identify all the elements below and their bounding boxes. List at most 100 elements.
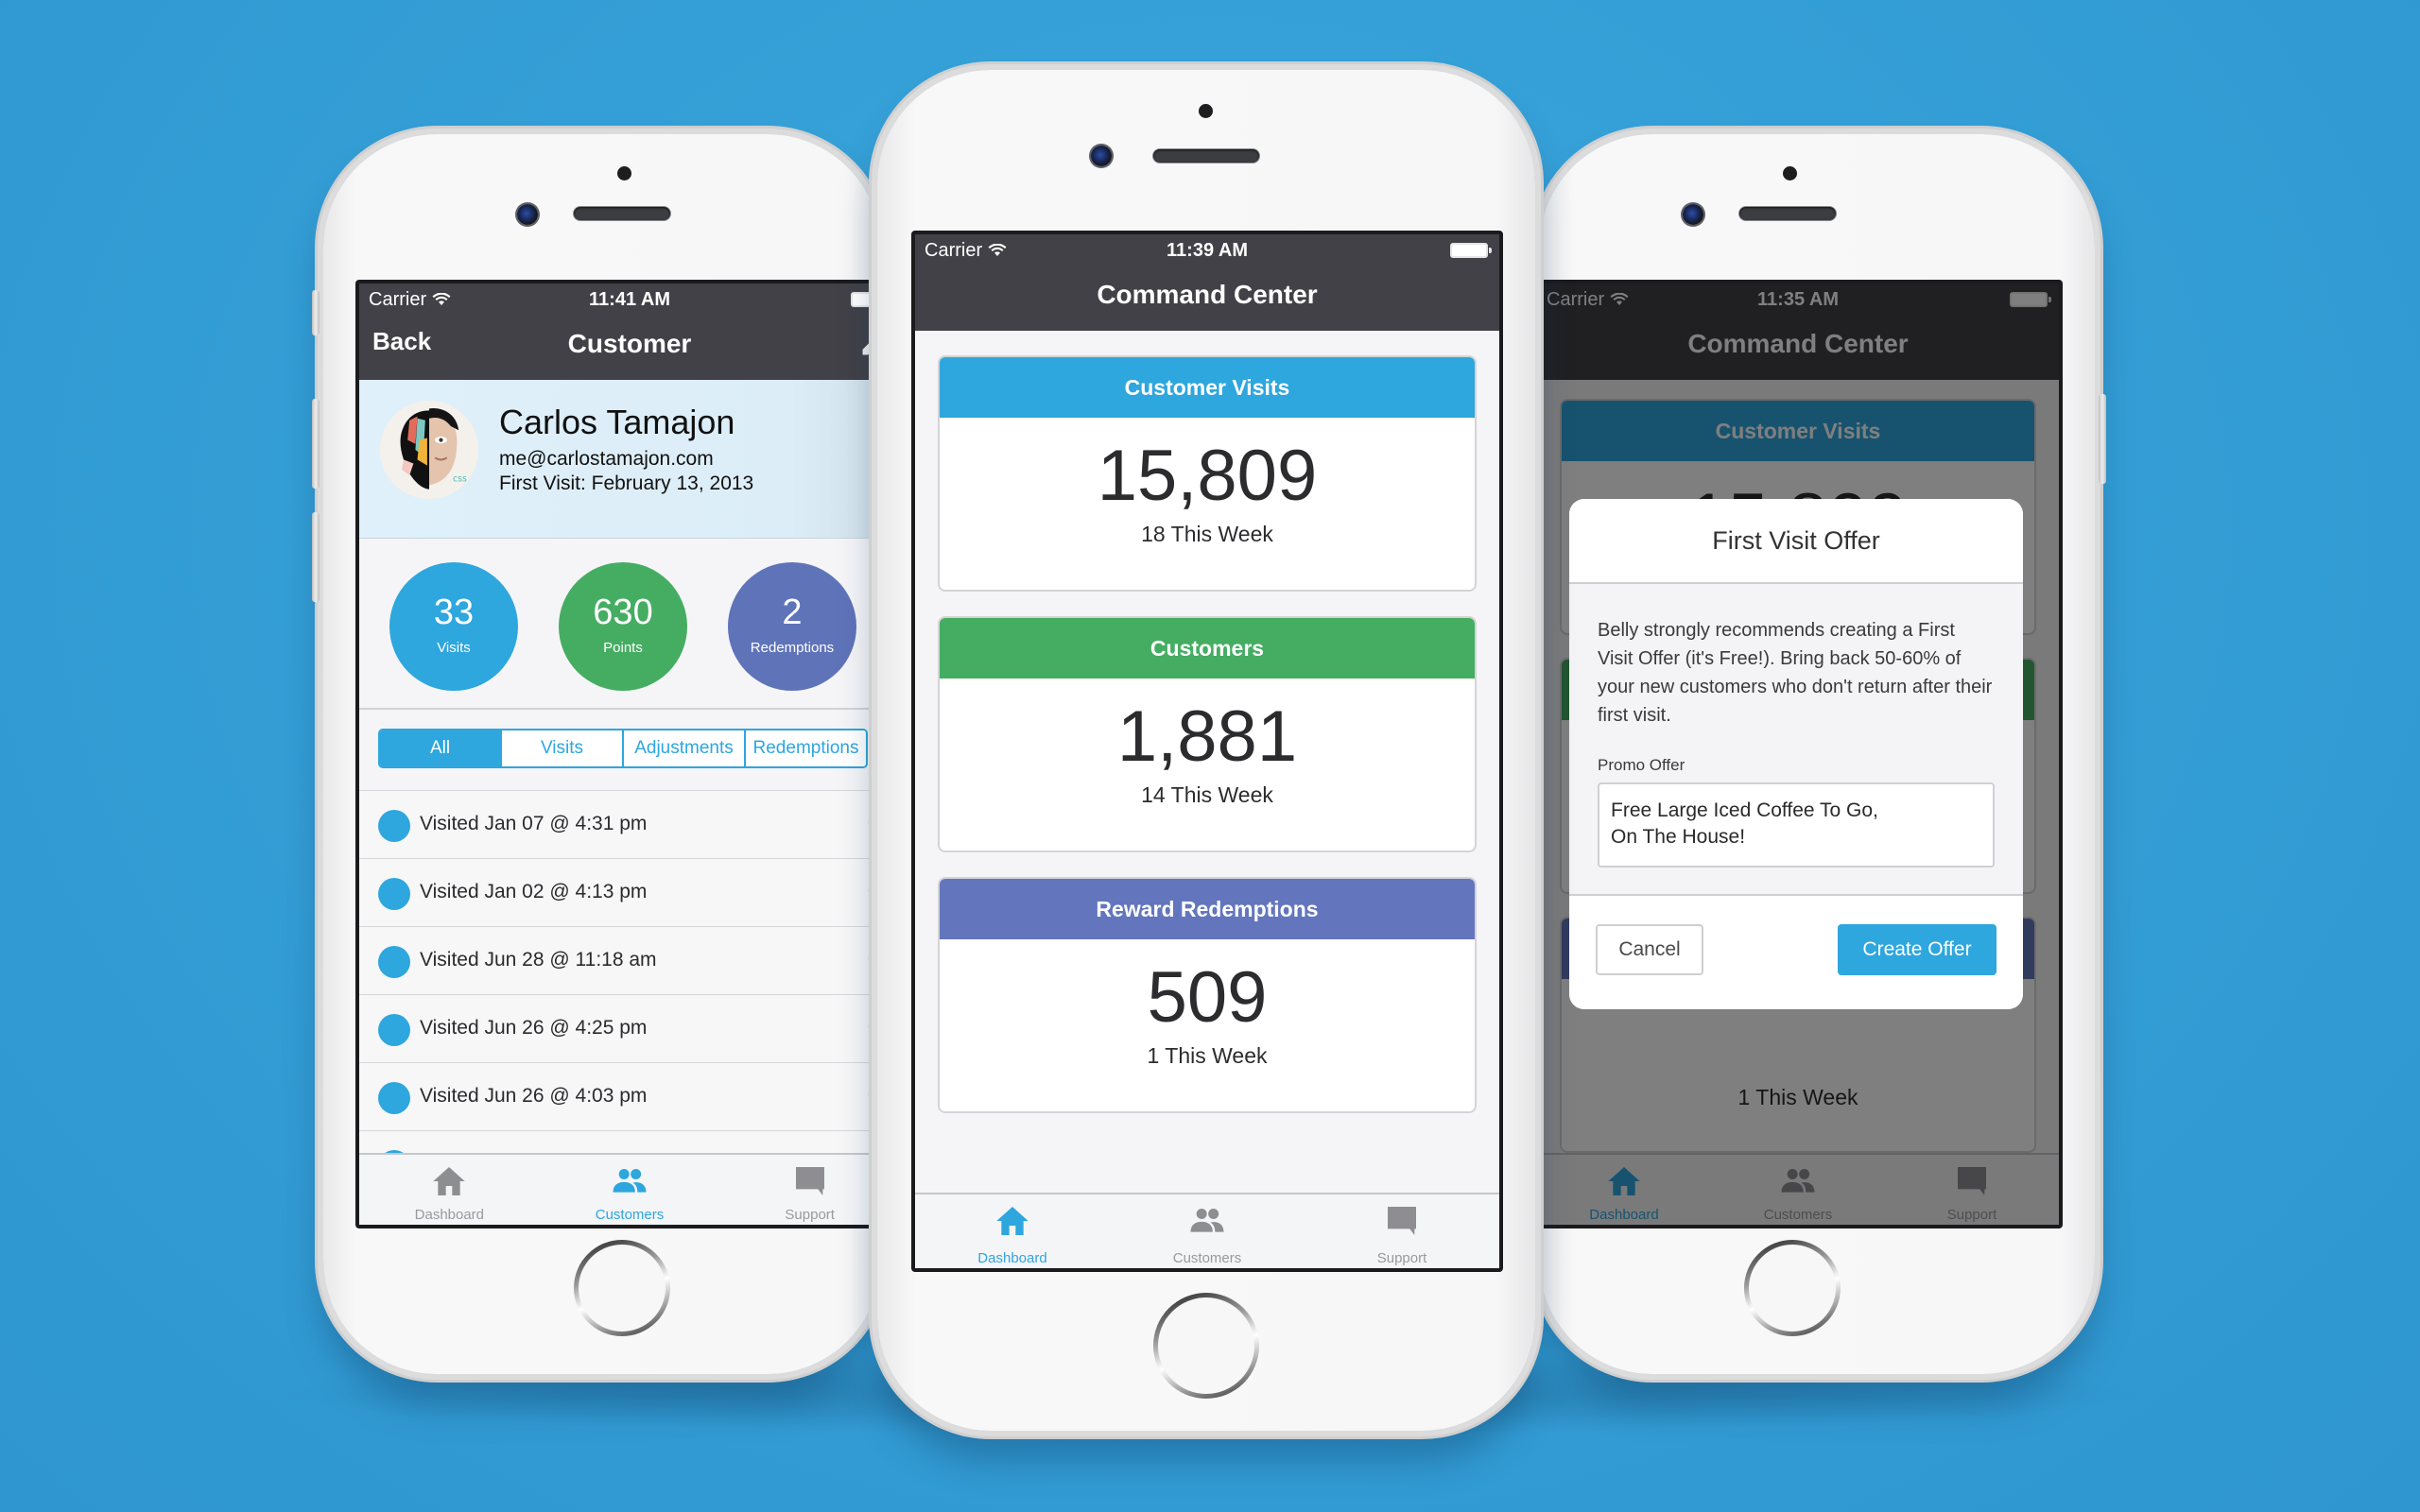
- customer-first-visit: First Visit: February 13, 2013: [499, 472, 754, 494]
- tab-bar: Dashboard Customers Support: [359, 1153, 900, 1225]
- card-header: Reward Redemptions: [940, 879, 1475, 939]
- stat-redemptions: 2 Redemptions: [728, 562, 856, 691]
- customer-name: Carlos Tamajon: [499, 403, 735, 441]
- list-item[interactable]: Visited Jun 26 @ 4:03 pm+5: [359, 1062, 900, 1130]
- proximity-sensor: [1199, 104, 1213, 118]
- list-item[interactable]: Visited Jun 26 @ 4:25 pm+0: [359, 994, 900, 1062]
- right-phone: Carrier 11:35 AM Command Center Customer…: [1533, 134, 2106, 1374]
- page-title: Command Center: [1097, 280, 1318, 309]
- tab-customers[interactable]: Customers: [540, 1155, 720, 1225]
- chat-bubble-icon: [1388, 1207, 1416, 1235]
- promo-offer-label: Promo Offer: [1598, 756, 1685, 774]
- card-week: 18 This Week: [1141, 522, 1273, 546]
- front-camera: [517, 204, 538, 225]
- earpiece-speaker: [574, 207, 670, 220]
- cancel-button[interactable]: Cancel: [1596, 924, 1703, 975]
- card-reward-redemptions[interactable]: Reward Redemptions 509 1 This Week: [938, 877, 1477, 1113]
- tab-label: Support: [785, 1207, 835, 1223]
- customer-screen: Carrier 11:41 AM Back Customer css Carlo…: [355, 280, 904, 1228]
- tab-support[interactable]: Support: [719, 1155, 900, 1225]
- center-phone: Carrier 11:39 AM Command Center Customer…: [877, 70, 1535, 1431]
- tab-all[interactable]: All: [380, 730, 500, 766]
- tab-label: Support: [1376, 1250, 1427, 1266]
- dialog-message: Belly strongly recommends creating a Fir…: [1598, 620, 1993, 726]
- tab-customers[interactable]: Customers: [1110, 1194, 1305, 1268]
- tab-bar: Dashboard Customers Support: [915, 1193, 1499, 1268]
- list-item[interactable]: Visited Jan 07 @ 4:31 pm+5: [359, 790, 900, 858]
- home-button[interactable]: [1744, 1240, 1841, 1336]
- power-button: [2099, 394, 2106, 484]
- customer-profile-header: css Carlos Tamajon me@carlostamajon.com …: [359, 380, 900, 539]
- stat-label: Points: [603, 640, 643, 656]
- visit-list: Visited Jan 07 @ 4:31 pm+5 Visited Jan 0…: [359, 790, 900, 1198]
- home-button[interactable]: [1153, 1293, 1259, 1399]
- proximity-sensor: [1783, 166, 1797, 180]
- card-customers[interactable]: Customers 1,881 14 This Week: [938, 616, 1477, 852]
- card-header: Customer Visits: [940, 357, 1475, 418]
- front-camera: [1091, 146, 1112, 166]
- battery-icon: [1450, 243, 1492, 258]
- visit-dot-icon: [378, 946, 410, 978]
- command-center-screen: Carrier 11:39 AM Command Center Customer…: [911, 231, 1503, 1272]
- home-icon: [996, 1207, 1028, 1235]
- visit-dot-icon: [378, 810, 410, 842]
- card-header: Customers: [940, 618, 1475, 679]
- home-button[interactable]: [574, 1240, 670, 1336]
- list-item[interactable]: Visited Jan 02 @ 4:13 pm+5: [359, 858, 900, 926]
- volume-down-button: [312, 512, 320, 602]
- visit-dot-icon: [378, 1082, 410, 1114]
- avatar-portrait-icon: css: [380, 401, 478, 499]
- users-icon: [613, 1169, 647, 1193]
- tab-dashboard[interactable]: Dashboard: [359, 1155, 540, 1225]
- dialog-title: First Visit Offer: [1569, 499, 2023, 584]
- tab-label: Dashboard: [977, 1250, 1047, 1266]
- stat-points: 630 Points: [559, 562, 687, 691]
- home-icon: [433, 1167, 465, 1195]
- visit-dot-icon: [378, 1014, 410, 1046]
- volume-up-button: [312, 399, 320, 489]
- earpiece-speaker: [1739, 207, 1836, 220]
- avatar: css: [380, 401, 478, 499]
- status-time: 11:41 AM: [589, 288, 670, 310]
- tab-visits[interactable]: Visits: [500, 730, 622, 766]
- tab-redemptions[interactable]: Redemptions: [744, 730, 866, 766]
- mute-switch: [312, 290, 320, 335]
- navbar: Carrier 11:41 AM Back Customer: [359, 284, 900, 380]
- svg-text:css: css: [453, 473, 467, 484]
- earpiece-speaker: [1153, 149, 1259, 163]
- card-week: 1 This Week: [1147, 1043, 1268, 1068]
- card-value: 509: [1147, 957, 1268, 1038]
- first-visit-offer-dialog: First Visit Offer Belly strongly recomme…: [1569, 499, 2023, 1009]
- visit-text: Visited Jan 07 @ 4:31 pm: [420, 813, 648, 834]
- left-phone: Carrier 11:41 AM Back Customer css Carlo…: [312, 134, 904, 1374]
- customer-email[interactable]: me@carlostamajon.com: [499, 448, 714, 471]
- status-time: 11:39 AM: [1167, 239, 1248, 261]
- create-offer-button[interactable]: Create Offer: [1838, 924, 1996, 975]
- chat-bubble-icon: [795, 1167, 824, 1195]
- promo-offer-input[interactable]: Free Large Iced Coffee To Go, On The Hou…: [1598, 782, 1995, 868]
- activity-filter-tabs: All Visits Adjustments Redemptions: [378, 729, 868, 768]
- dialog-footer: Cancel Create Offer: [1569, 894, 2023, 1009]
- stat-label: Visits: [437, 640, 471, 656]
- visit-text: Visited Jun 28 @ 11:18 am: [420, 949, 657, 971]
- card-customer-visits[interactable]: Customer Visits 15,809 18 This Week: [938, 355, 1477, 592]
- stat-value: 2: [782, 593, 803, 632]
- visit-text: Visited Jun 26 @ 4:03 pm: [420, 1085, 648, 1107]
- tab-adjustments[interactable]: Adjustments: [622, 730, 744, 766]
- page-title: Customer: [567, 329, 692, 358]
- stat-value: 630: [593, 593, 653, 632]
- tab-dashboard[interactable]: Dashboard: [915, 1194, 1110, 1268]
- proximity-sensor: [617, 166, 631, 180]
- card-week: 14 This Week: [1141, 782, 1273, 807]
- tab-support[interactable]: Support: [1305, 1194, 1499, 1268]
- card-value: 1,881: [1116, 696, 1298, 777]
- list-item[interactable]: Visited Jun 28 @ 11:18 am+5: [359, 926, 900, 994]
- navbar: Carrier 11:39 AM Command Center: [915, 234, 1499, 331]
- front-camera: [1683, 204, 1703, 225]
- visit-dot-icon: [378, 878, 410, 910]
- users-icon: [1190, 1209, 1224, 1232]
- customer-stats: 33 Visits 630 Points 2 Redemptions: [359, 540, 900, 710]
- tab-label: Customers: [595, 1207, 665, 1223]
- card-value: 15,809: [1097, 436, 1318, 516]
- tab-label: Dashboard: [414, 1207, 485, 1223]
